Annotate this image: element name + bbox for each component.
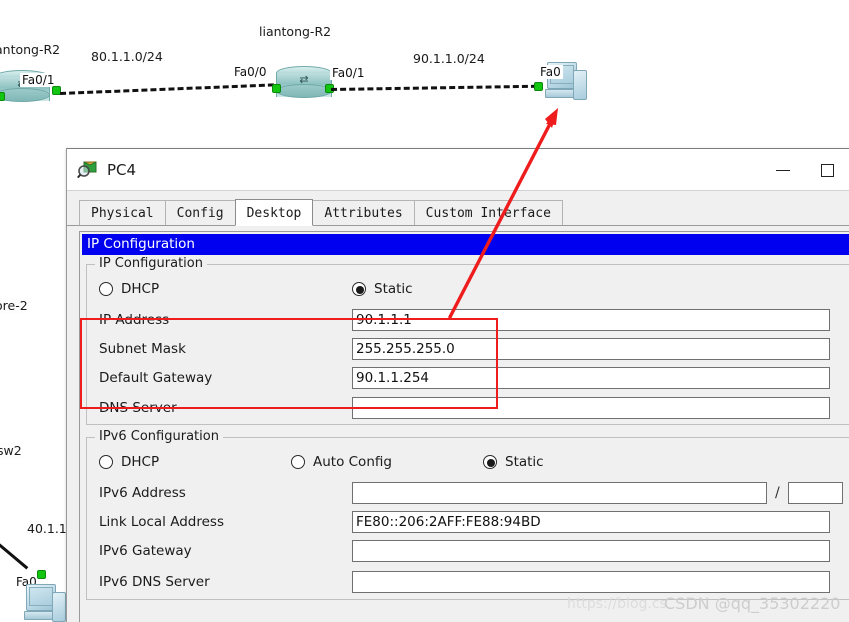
radio-ipv4-static-dot: [352, 282, 366, 296]
bg-pc-icon[interactable]: [24, 584, 68, 622]
radio-ipv4-dhcp[interactable]: DHCP: [99, 281, 352, 297]
minimize-button[interactable]: [761, 149, 805, 191]
tab-custom-interface-label: Custom Interface: [425, 206, 551, 221]
tab-physical[interactable]: Physical: [79, 200, 166, 225]
device-label-liantong-r2-left: antong-R2: [0, 42, 62, 57]
magnifier-box-icon: [77, 159, 99, 181]
ipv6-prefix-separator: /: [775, 484, 780, 501]
bg-port-indicator: [37, 570, 46, 579]
router-icon-mid[interactable]: ⇄: [276, 66, 332, 104]
radio-ipv6-auto-config-label: Auto Config: [313, 454, 392, 470]
ip-address-row: IP Address 90.1.1.1: [87, 305, 849, 334]
minimize-icon: [776, 169, 790, 171]
interface-label-fa01-mid: Fa0/1: [330, 66, 367, 80]
interface-label-fa00-mid: Fa0/0: [232, 65, 269, 79]
default-gateway-label: Default Gateway: [99, 369, 213, 386]
port-indicator-left-a: [0, 92, 5, 101]
interface-label-fa0-pc: Fa0: [538, 65, 563, 79]
dialog-title: PC4: [107, 160, 137, 179]
radio-ipv4-dhcp-label: DHCP: [121, 281, 160, 297]
dns-server-label: DNS Server: [99, 400, 177, 416]
ipv6-gateway-label: IPv6 Gateway: [99, 542, 192, 559]
tab-desktop-label: Desktop: [246, 206, 302, 221]
link-local-address-input[interactable]: FE80::206:2AFF:FE88:94BD: [352, 510, 830, 533]
port-indicator-pc: [534, 82, 543, 91]
ipv6-dns-server-label: IPv6 DNS Server: [99, 574, 210, 590]
pc4-config-dialog[interactable]: PC4 Physical Config Desktop Attributes C…: [66, 148, 849, 622]
tab-attributes[interactable]: Attributes: [312, 200, 415, 225]
radio-ipv6-auto-config[interactable]: Auto Config: [291, 454, 483, 470]
ipv6-mode-row: DHCP Auto Config Static: [87, 446, 849, 478]
desktop-tab-panel: IP Configuration IP Configuration DHCP S…: [79, 231, 849, 622]
tab-desktop[interactable]: Desktop: [234, 199, 314, 226]
radio-ipv6-dhcp[interactable]: DHCP: [99, 454, 291, 470]
device-label-liantong-r2-mid: liantong-R2: [258, 24, 333, 39]
radio-ipv4-dhcp-dot: [99, 282, 113, 296]
maximize-icon: [820, 163, 834, 177]
link-local-address-label: Link Local Address: [99, 513, 224, 530]
link-mid-pc: [331, 84, 538, 91]
radio-ipv6-static-label: Static: [505, 454, 544, 470]
tab-bar: Physical Config Desktop Attributes Custo…: [67, 199, 849, 226]
dns-server-input[interactable]: [352, 397, 830, 419]
tab-custom-interface[interactable]: Custom Interface: [413, 200, 563, 225]
maximize-button[interactable]: [805, 149, 849, 191]
default-gateway-input[interactable]: 90.1.1.254: [352, 366, 830, 389]
ipv6-address-input[interactable]: [352, 481, 767, 504]
radio-ipv6-dhcp-label: DHCP: [121, 454, 160, 470]
ip-address-input[interactable]: 90.1.1.1: [352, 308, 830, 331]
subnet-mask-label: Subnet Mask: [99, 340, 186, 357]
ipv6-gateway-row: IPv6 Gateway: [87, 536, 849, 565]
link-local-address-row: Link Local Address FE80::206:2AFF:FE88:9…: [87, 507, 849, 536]
ipv6-address-row: IPv6 Address /: [87, 478, 849, 507]
ipv6-dns-server-input[interactable]: [352, 571, 830, 593]
ipv4-configuration-group: IP Configuration DHCP Static IP Address …: [86, 256, 849, 425]
tab-config[interactable]: Config: [164, 200, 236, 225]
bg-device-label-sw2: sw2: [0, 443, 23, 458]
port-indicator-mid-a: [272, 84, 281, 93]
subnet-label-90: 90.1.1.0/24: [412, 51, 486, 66]
radio-ipv6-auto-config-dot: [291, 455, 305, 469]
radio-ipv6-static[interactable]: Static: [483, 454, 544, 470]
ipv6-address-label: IPv6 Address: [99, 484, 186, 501]
ipv6-gateway-input[interactable]: [352, 539, 830, 562]
bg-link: [0, 535, 29, 570]
ip-address-label: IP Address: [99, 311, 170, 328]
default-gateway-row: Default Gateway 90.1.1.254: [87, 363, 849, 392]
dns-server-row: DNS Server: [87, 392, 849, 424]
bg-subnet-label-40: 40.1.1.: [26, 521, 72, 536]
subnet-label-80: 80.1.1.0/24: [90, 49, 164, 64]
bg-device-label-core: ore-2: [0, 298, 29, 313]
ipv4-mode-row: DHCP Static: [87, 273, 849, 305]
radio-ipv4-static-label: Static: [374, 281, 413, 297]
radio-ipv6-static-dot: [483, 455, 497, 469]
ipv6-group-legend: IPv6 Configuration: [95, 429, 223, 444]
ipv6-dns-server-row: IPv6 DNS Server: [87, 565, 849, 599]
window-controls: [761, 149, 849, 191]
radio-ipv4-static[interactable]: Static: [352, 281, 413, 297]
ipv6-prefix-input[interactable]: [787, 481, 843, 504]
tab-config-label: Config: [176, 206, 224, 221]
ip-configuration-panel-title: IP Configuration: [82, 234, 849, 255]
link-left-mid: [60, 83, 274, 95]
tab-attributes-label: Attributes: [324, 206, 403, 221]
ipv4-group-legend: IP Configuration: [95, 256, 207, 271]
dialog-titlebar[interactable]: PC4: [67, 149, 849, 191]
radio-ipv6-dhcp-dot: [99, 455, 113, 469]
subnet-mask-row: Subnet Mask 255.255.255.0: [87, 334, 849, 363]
ipv6-configuration-group: IPv6 Configuration DHCP Auto Config Stat…: [86, 429, 849, 600]
interface-label-fa01-left: Fa0/1: [20, 73, 57, 87]
subnet-mask-input[interactable]: 255.255.255.0: [352, 337, 830, 360]
tab-physical-label: Physical: [91, 206, 154, 221]
